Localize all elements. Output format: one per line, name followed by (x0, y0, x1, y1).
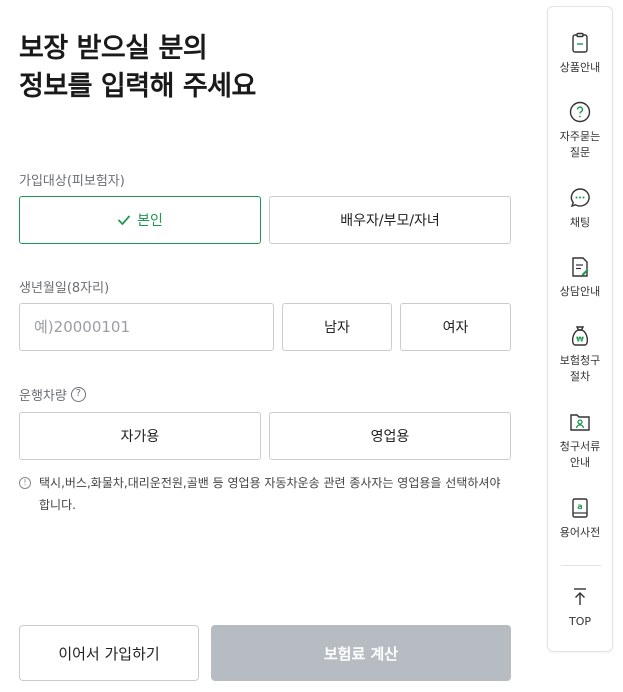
svg-text:₩: ₩ (576, 336, 584, 344)
help-icon[interactable]: ? (70, 387, 86, 402)
sidebar-label-faq: 자주묻는 질문 (559, 130, 601, 159)
gender-female-label: 여자 (442, 320, 469, 336)
vehicle-commercial-button[interactable]: 영업용 (269, 412, 511, 460)
sidebar-label-chat: 채팅 (569, 216, 591, 229)
check-icon (118, 215, 131, 225)
sidebar-label-claim-process: 보험청구 절차 (559, 354, 601, 383)
sidebar-label-consult: 상담안내 (559, 285, 601, 298)
continue-signup-label: 이어서 가입하기 (58, 644, 160, 663)
quick-menu-sidebar: 상품안내 자주묻는 질문 채팅 상담안내 ₩ 보험청구 절차 청구서류 안내 a… (547, 6, 613, 652)
chat-bubble-icon (570, 188, 590, 208)
money-bag-icon: ₩ (571, 326, 589, 346)
insured-family-label: 배우자/부모/자녀 (340, 213, 440, 229)
page-title: 보장 받으실 분의 정보를 입력해 주세요 (19, 30, 256, 106)
clipboard-icon (572, 32, 588, 53)
birth-label: 생년월일(8자리) (19, 277, 109, 296)
vehicle-notice-text: 택시,버스,화물차,대리운전원,골밴 등 영업용 자동차운송 관련 종사자는 영… (39, 476, 501, 512)
arrow-up-icon (574, 588, 586, 605)
insured-self-button[interactable]: 본인 (19, 196, 261, 244)
question-circle-icon (569, 101, 591, 123)
svg-text:a: a (577, 502, 582, 511)
folder-person-icon (570, 414, 590, 431)
sidebar-label-product-info: 상품안내 (559, 61, 601, 74)
birthdate-input[interactable] (19, 303, 274, 351)
page-title-line2: 정보를 입력해 주세요 (19, 71, 256, 102)
sidebar-item-product-info[interactable]: 상품안내 (548, 31, 612, 76)
vehicle-label: 운행차량 ? (19, 385, 86, 404)
gender-female-button[interactable]: 여자 (400, 303, 511, 351)
sidebar-item-chat[interactable]: 채팅 (548, 186, 612, 231)
insured-label-text: 가입대상(피보험자) (19, 174, 125, 189)
sidebar-label-claim-docs: 청구서류 안내 (559, 440, 601, 469)
calculate-premium-label: 보험료 계산 (323, 644, 399, 663)
scroll-top-button[interactable]: TOP (548, 585, 612, 630)
document-pen-icon (572, 257, 589, 277)
insured-self-label: 본인 (137, 213, 163, 229)
vehicle-private-label: 자가용 (120, 429, 160, 445)
scroll-top-label: TOP (568, 615, 591, 628)
sidebar-divider (561, 565, 601, 566)
info-icon: ! (19, 477, 31, 489)
sidebar-item-claim-process[interactable]: ₩ 보험청구 절차 (548, 324, 612, 385)
sidebar-item-glossary[interactable]: a 용어사전 (548, 496, 612, 541)
sidebar-label-glossary: 용어사전 (559, 526, 601, 539)
vehicle-label-text: 운행차량 (19, 389, 67, 404)
dictionary-icon: a (572, 498, 588, 518)
birth-label-text: 생년월일(8자리) (19, 281, 110, 296)
gender-male-label: 남자 (324, 320, 350, 336)
insured-family-button[interactable]: 배우자/부모/자녀 (269, 196, 511, 244)
sidebar-item-claim-docs[interactable]: 청구서류 안내 (548, 410, 612, 471)
vehicle-notice: ! 택시,버스,화물차,대리운전원,골밴 등 영업용 자동차운송 관련 종사자는… (19, 472, 511, 516)
page-title-line1: 보장 받으실 분의 (19, 33, 208, 64)
gender-male-button[interactable]: 남자 (282, 303, 392, 351)
sidebar-item-faq[interactable]: 자주묻는 질문 (548, 100, 612, 161)
continue-signup-button[interactable]: 이어서 가입하기 (19, 625, 199, 681)
calculate-premium-button[interactable]: 보험료 계산 (211, 625, 511, 681)
vehicle-private-button[interactable]: 자가용 (19, 412, 261, 460)
vehicle-commercial-label: 영업용 (370, 429, 410, 445)
sidebar-item-consult[interactable]: 상담안내 (548, 255, 612, 300)
insured-label: 가입대상(피보험자) (19, 170, 125, 189)
